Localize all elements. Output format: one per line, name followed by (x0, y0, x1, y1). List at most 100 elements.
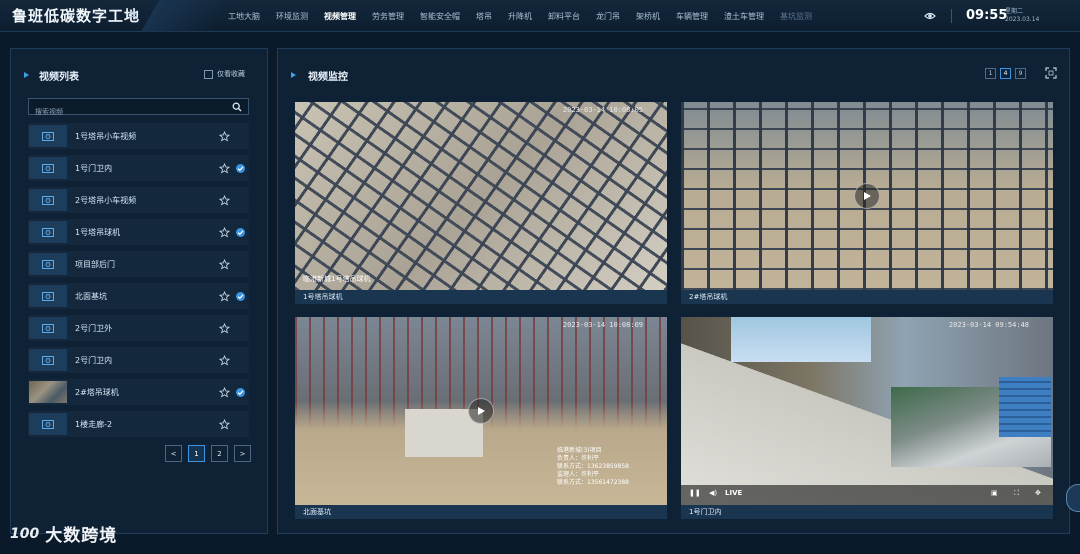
video-tile[interactable]: 2023-03-14 09:54:48 ❚❚ ◀) LIVE ▣ ⛶ ✥ 1号门… (681, 317, 1053, 519)
nav-item-elevator[interactable]: 升降机 (508, 11, 532, 22)
eye-icon[interactable] (924, 10, 936, 22)
player-controls: ❚❚ ◀) LIVE ▣ ⛶ ✥ (681, 485, 1053, 505)
nav-item-unloading[interactable]: 卸料平台 (548, 11, 580, 22)
selected-check-icon[interactable] (236, 228, 245, 237)
star-icon[interactable] (219, 131, 230, 142)
list-item-label: 2#塔吊球机 (75, 387, 119, 397)
nav-item-brain[interactable]: 工地大脑 (228, 11, 260, 22)
fullscreen-icon[interactable]: ⛶ (1014, 489, 1019, 498)
nav-item-bridge[interactable]: 架桥机 (636, 11, 660, 22)
watermark-text: 大数跨境 (45, 526, 118, 546)
nav-item-tower-crane[interactable]: 塔吊 (476, 11, 492, 22)
list-item-label: 北面基坑 (75, 291, 107, 301)
nav-item-environment[interactable]: 环境监测 (276, 11, 308, 22)
video-tile[interactable]: 2023-03-14 10:08:05 临港新城1号塔吊球机 1号塔吊球机 (295, 102, 667, 304)
pause-icon[interactable]: ❚❚ (689, 489, 701, 497)
star-icon[interactable] (219, 387, 230, 398)
favorites-checkbox[interactable] (204, 69, 213, 79)
page-button-2[interactable]: 2 (211, 445, 228, 462)
list-item-label: 1号塔吊小车视频 (75, 131, 137, 141)
list-item[interactable]: 2#塔吊球机 (28, 379, 249, 405)
star-icon[interactable] (219, 227, 230, 238)
list-item[interactable]: 1号塔吊球机 (28, 219, 249, 245)
star-icon[interactable] (219, 355, 230, 366)
layout-9-button[interactable]: 9 (1015, 68, 1026, 79)
watermark-logo: 100 (10, 525, 40, 542)
video-feed[interactable]: 2023-03-14 10:08:05 临港新城1号塔吊球机 (295, 102, 667, 290)
page-button-1[interactable]: 1 (188, 445, 205, 462)
video-thumbnail (29, 317, 67, 339)
video-timestamp: 2023-03-14 10:08:09 (562, 321, 643, 329)
video-feed[interactable]: 2023-03-14 09:54:48 ❚❚ ◀) LIVE ▣ ⛶ ✥ (681, 317, 1053, 505)
video-list-title: 视频列表 (39, 72, 79, 83)
video-thumbnail (29, 125, 67, 147)
video-timestamp: 2023-03-14 10:08:05 (562, 106, 643, 114)
selected-check-icon[interactable] (236, 292, 245, 301)
camera-icon (42, 419, 54, 429)
watermark: 100 大数跨境 (10, 521, 118, 547)
next-page-button[interactable]: > (234, 445, 251, 462)
list-item[interactable]: 1楼走廊-2 (28, 411, 249, 437)
video-list-panel: 视频列表 仅看收藏 1号塔吊小车视频 1号门卫内 2号塔吊小车视频 (10, 48, 268, 534)
search-input[interactable] (29, 104, 219, 120)
fullscreen-icon[interactable] (1045, 67, 1057, 79)
nav-item-muck-truck[interactable]: 渣土车管理 (724, 11, 764, 22)
camera-icon (42, 259, 54, 269)
video-monitor-panel: 视频监控 1 4 9 2023-03-14 10:08:05 临港新城1号塔吊球… (277, 48, 1070, 534)
video-feed[interactable] (681, 102, 1053, 290)
video-thumbnail (29, 221, 67, 243)
layout-switcher: 1 4 9 (985, 68, 1030, 79)
nav-item-gantry[interactable]: 龙门吊 (596, 11, 620, 22)
scene-stack (999, 377, 1051, 437)
selected-check-icon[interactable] (236, 388, 245, 397)
list-item[interactable]: 1号门卫内 (28, 155, 249, 181)
video-osd-text: 临港新城1号塔吊球机 (303, 275, 371, 283)
ptz-icon[interactable]: ✥ (1035, 489, 1041, 497)
search-box (28, 98, 249, 120)
nav-item-helmet[interactable]: 智能安全帽 (420, 11, 460, 22)
nav-item-pit[interactable]: 基坑监测 (780, 11, 812, 22)
list-item[interactable]: 1号塔吊小车视频 (28, 123, 249, 149)
layout-4-button[interactable]: 4 (1000, 68, 1011, 79)
play-icon[interactable] (468, 398, 494, 424)
camera-icon (42, 323, 54, 333)
nav-item-video[interactable]: 视频管理 (324, 11, 356, 22)
layout-1-button[interactable]: 1 (985, 68, 996, 79)
video-tile[interactable]: 2#塔吊球机 (681, 102, 1053, 304)
video-caption: 北面基坑 (295, 505, 667, 519)
list-item-label: 1楼走廊-2 (75, 419, 113, 429)
star-icon[interactable] (219, 163, 230, 174)
volume-icon[interactable]: ◀) (709, 489, 717, 497)
pagination: < 1 2 > (165, 445, 257, 462)
video-tile[interactable]: 2023-03-14 10:08:09 临港新城(3)项目 负责人：许利平 联系… (295, 317, 667, 519)
selected-check-icon[interactable] (236, 164, 245, 173)
menu-icon[interactable]: ≡ (128, 7, 138, 21)
play-icon[interactable] (854, 183, 880, 209)
side-scroll-button[interactable] (1066, 484, 1080, 512)
favorites-only-toggle[interactable]: 仅看收藏 (204, 69, 245, 79)
list-item[interactable]: 2号塔吊小车视频 (28, 187, 249, 213)
search-icon[interactable] (232, 102, 242, 112)
video-thumbnail (29, 285, 67, 307)
star-icon[interactable] (219, 195, 230, 206)
star-icon[interactable] (219, 419, 230, 430)
nav-item-labor[interactable]: 劳务管理 (372, 11, 404, 22)
scene-sky (731, 317, 871, 362)
camera-icon (42, 195, 54, 205)
video-feed[interactable]: 2023-03-14 10:08:09 临港新城(3)项目 负责人：许利平 联系… (295, 317, 667, 505)
prev-page-button[interactable]: < (165, 445, 182, 462)
star-icon[interactable] (219, 291, 230, 302)
star-icon[interactable] (219, 323, 230, 334)
list-item-label: 2号塔吊小车视频 (75, 195, 137, 205)
list-item[interactable]: 2号门卫内 (28, 347, 249, 373)
video-monitor-title: 视频监控 (308, 72, 348, 83)
list-item[interactable]: 项目部后门 (28, 251, 249, 277)
camera-icon (42, 163, 54, 173)
list-item[interactable]: 2号门卫外 (28, 315, 249, 341)
title-marker-icon (291, 72, 296, 78)
star-icon[interactable] (219, 259, 230, 270)
nav-item-vehicle[interactable]: 车辆管理 (676, 11, 708, 22)
list-item[interactable]: 北面基坑 (28, 283, 249, 309)
pip-icon[interactable]: ▣ (991, 489, 998, 497)
app-title: 鲁班低碳数字工地 (12, 7, 141, 25)
